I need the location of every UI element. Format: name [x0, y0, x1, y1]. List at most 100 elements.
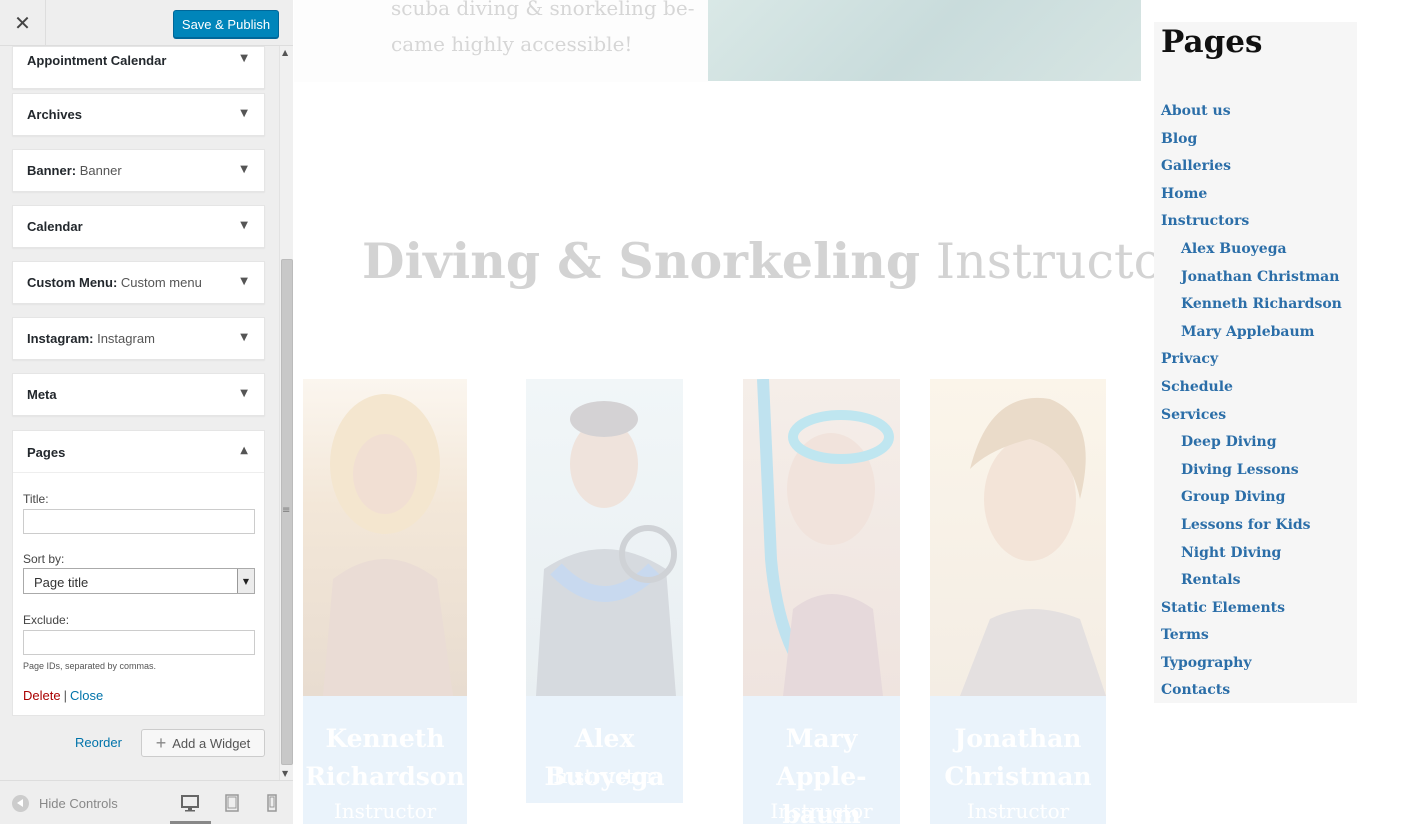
hero-text: scuba diving & snorkeling be- came highl… [391, 0, 695, 56]
widget-instagram[interactable]: Instagram: Instagram ▼ [12, 317, 265, 360]
instructor-caption: Alex Buoyega Instructor [526, 696, 683, 803]
instructor-caption: Jonathan Christman Instructor [930, 696, 1106, 824]
instructor-photo [930, 379, 1106, 696]
widget-banner[interactable]: Banner: Banner ▼ [12, 149, 265, 192]
widget-meta[interactable]: Meta ▼ [12, 373, 265, 416]
sidebar-scrollbar[interactable]: ▲ ▼ [279, 46, 293, 780]
widget-title: Meta [27, 387, 57, 402]
widget-title: Instagram: [27, 331, 94, 346]
customizer-header: ✕ Save & Publish [0, 0, 293, 46]
widget-title: Archives [27, 107, 82, 122]
expand-arrow-icon[interactable]: ▼ [240, 164, 248, 175]
widget-actions: Delete | Close [23, 688, 103, 703]
resize-grip-icon[interactable]: ≡ [282, 505, 290, 516]
exclude-input[interactable] [23, 630, 255, 655]
hide-controls-button[interactable]: Hide Controls [12, 795, 118, 812]
page-link[interactable]: Alex Buoyega [1161, 236, 1342, 264]
delete-widget-link[interactable]: Delete [23, 688, 61, 703]
scroll-up-arrow-icon[interactable]: ▲ [282, 48, 288, 57]
instructor-role: Instructor [333, 799, 437, 823]
desktop-preview-icon[interactable] [180, 793, 200, 813]
expand-arrow-icon[interactable]: ▼ [240, 332, 248, 343]
widget-appointment-calendar[interactable]: Appointment Calendar ▼ [12, 46, 265, 89]
instructor-photo [743, 378, 900, 696]
page-link[interactable]: Diving Lessons [1161, 457, 1342, 485]
title-input[interactable] [23, 509, 255, 534]
title-field-label: Title: [23, 492, 49, 506]
add-widget-button[interactable]: + Add a Widget [141, 729, 265, 757]
collapse-arrow-icon[interactable]: ▲ [240, 445, 248, 456]
hide-controls-label: Hide Controls [39, 796, 118, 811]
page-link[interactable]: Services [1161, 402, 1342, 430]
plus-icon: + [155, 733, 167, 753]
page-link[interactable]: Home [1161, 181, 1342, 209]
close-icon: ✕ [14, 11, 31, 35]
exclude-hint: Page IDs, separated by commas. [23, 661, 157, 671]
widget-subtitle: Custom menu [120, 275, 202, 290]
page-link[interactable]: Terms [1161, 622, 1342, 650]
dropdown-arrow-icon[interactable]: ▼ [237, 569, 254, 593]
close-customizer-button[interactable]: ✕ [0, 0, 46, 46]
expand-arrow-icon[interactable]: ▼ [240, 276, 248, 287]
close-widget-link[interactable]: Close [70, 688, 103, 703]
instructor-role: Instructor [553, 764, 656, 788]
instructor-photo [526, 379, 683, 696]
widget-custom-menu[interactable]: Custom Menu: Custom menu ▼ [12, 261, 265, 304]
page-link[interactable]: Group Diving [1161, 484, 1342, 512]
page-link[interactable]: Jonathan Christman [1161, 264, 1342, 292]
page-link[interactable]: Night Diving [1161, 540, 1342, 568]
widget-title: Calendar [27, 219, 83, 234]
widget-title: Custom Menu: [27, 275, 118, 290]
widget-subtitle: Banner [79, 163, 122, 178]
customizer-footer: Hide Controls [0, 780, 293, 824]
instructor-name: Kenneth Richardson [305, 724, 465, 791]
tablet-preview-icon[interactable] [222, 793, 242, 813]
instructor-role: Instructor [770, 799, 873, 823]
hero-text-block: scuba diving & snorkeling be- came highl… [294, 0, 708, 82]
customizer-sidebar: ✕ Save & Publish Appointment Calendar ▼ … [0, 0, 293, 824]
page-link[interactable]: Lessons for Kids [1161, 512, 1342, 540]
instructor-role: Instructor [966, 799, 1070, 823]
widget-pages-header[interactable]: Pages ▲ [13, 431, 264, 473]
action-separator: | [63, 688, 67, 703]
page-link[interactable]: Mary Applebaum [1161, 319, 1342, 347]
widget-calendar[interactable]: Calendar ▼ [12, 205, 265, 248]
collapse-arrow-circle-icon [12, 795, 29, 812]
expand-arrow-icon[interactable]: ▼ [240, 108, 248, 119]
sort-by-select[interactable]: Page title ▼ [23, 568, 255, 594]
page-link[interactable]: Contacts [1161, 677, 1342, 705]
scroll-down-arrow-icon[interactable]: ▼ [282, 769, 288, 778]
expand-arrow-icon[interactable]: ▼ [240, 388, 248, 399]
page-link[interactable]: Typography [1161, 650, 1342, 678]
page-link[interactable]: Blog [1161, 126, 1342, 154]
widget-title: Banner: [27, 163, 77, 178]
widget-title: Appointment Calendar [27, 53, 167, 68]
page-link[interactable]: Kenneth Richardson [1161, 291, 1342, 319]
instructor-caption: Kenneth Richardson Instructor [303, 696, 467, 824]
section-heading: Diving & Snorkeling Instructors [362, 232, 1212, 290]
page-link[interactable]: Instructors [1161, 208, 1342, 236]
hero-image [708, 0, 1141, 81]
page-link[interactable]: Static Elements [1161, 595, 1342, 623]
instructor-name: Jonathan Christman [944, 724, 1092, 791]
exclude-label: Exclude: [23, 613, 70, 627]
page-link[interactable]: Privacy [1161, 346, 1342, 374]
widget-subtitle: Instagram [97, 331, 155, 346]
add-widget-label: Add a Widget [172, 735, 251, 751]
instructor-caption: Mary Apple-baum Instructor [743, 696, 900, 824]
mobile-preview-icon[interactable] [262, 793, 282, 813]
page-link[interactable]: Rentals [1161, 567, 1342, 595]
save-publish-button[interactable]: Save & Publish [173, 10, 279, 38]
pages-widget-preview: Pages About us Blog Galleries Home Instructo… [1154, 22, 1357, 703]
widget-pages-expanded: Pages ▲ Title: Sort by: Page title ▼ Exc… [12, 430, 265, 716]
expand-arrow-icon[interactable]: ▼ [240, 220, 248, 231]
page-link[interactable]: Galleries [1161, 153, 1342, 181]
reorder-link[interactable]: Reorder [75, 735, 122, 750]
expand-arrow-icon[interactable]: ▼ [240, 53, 248, 64]
page-link[interactable]: Deep Diving [1161, 429, 1342, 457]
page-link[interactable]: Schedule [1161, 374, 1342, 402]
widget-archives[interactable]: Archives ▼ [12, 93, 265, 136]
sort-by-value: Page title [34, 575, 89, 590]
pages-list: About us Blog Galleries Home Instructors Alex… [1161, 98, 1342, 705]
page-link[interactable]: About us [1161, 98, 1342, 126]
